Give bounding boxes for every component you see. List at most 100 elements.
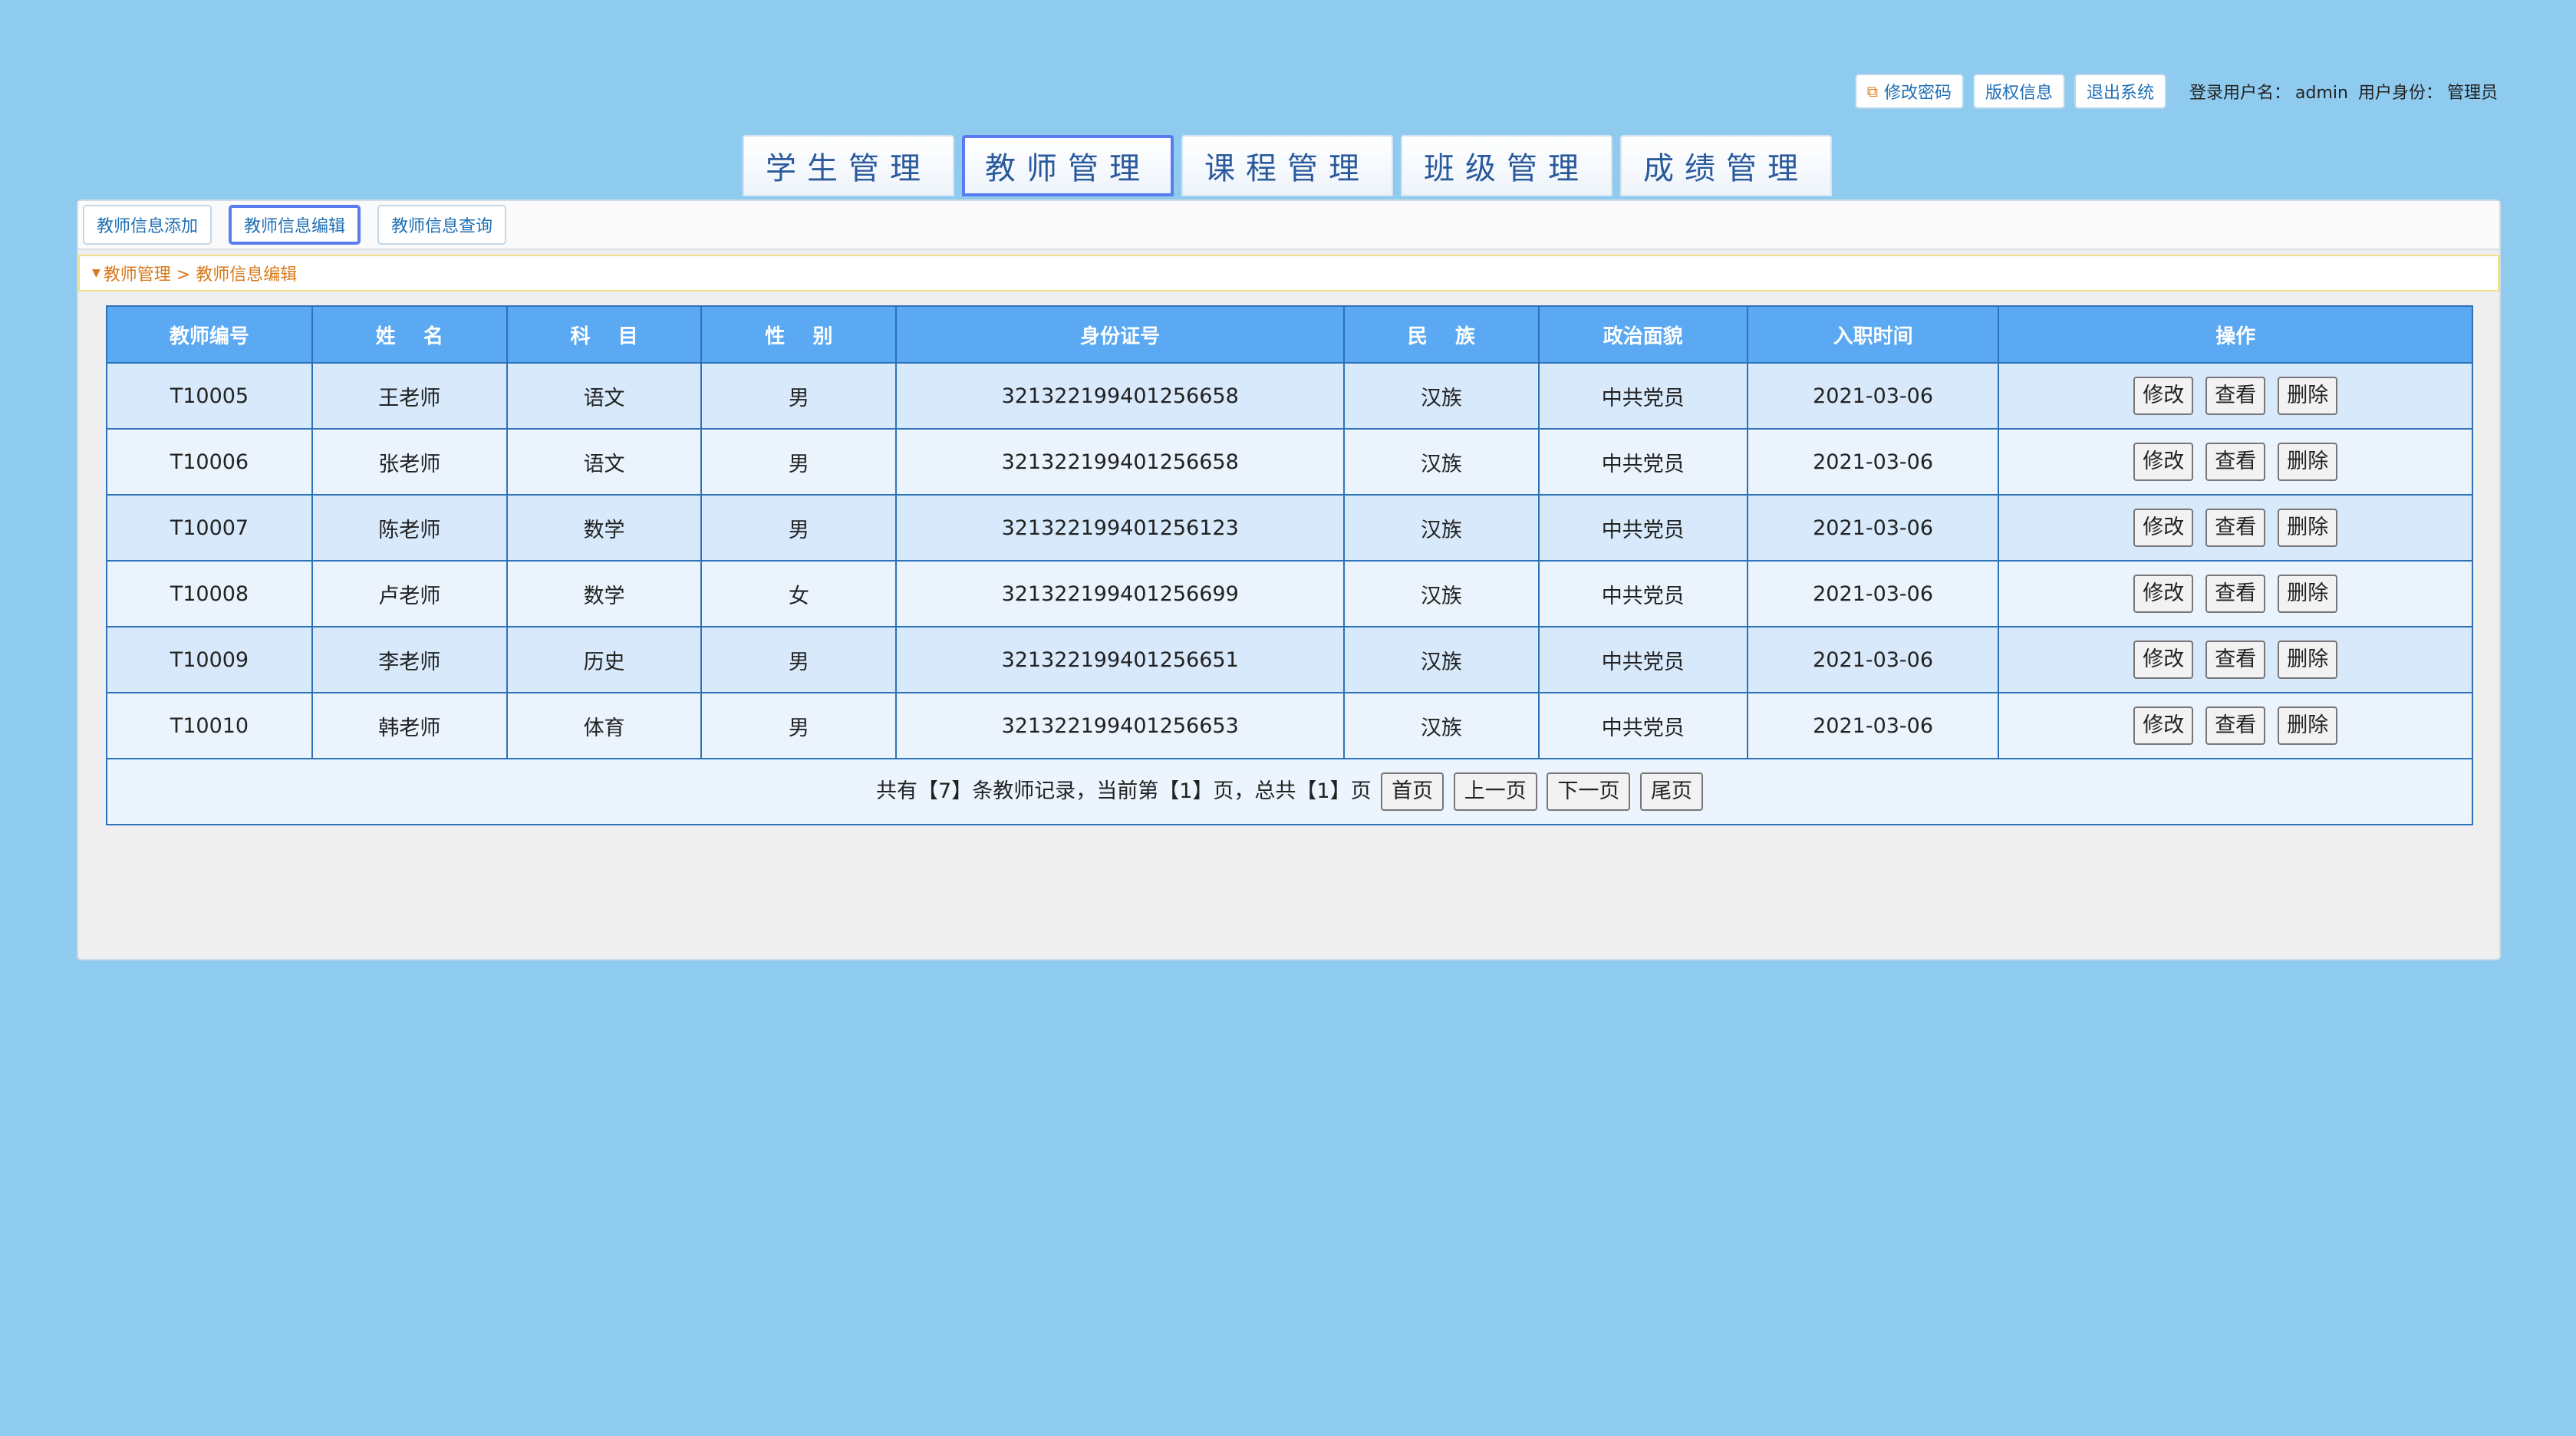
cell-ethnicity: 汉族 [1343,494,1540,562]
login-user: admin [2295,84,2348,103]
view-button[interactable]: 查看 [2205,706,2266,745]
copyright-label: 版权信息 [1985,84,2053,103]
cell-teacher-id: T10007 [106,494,313,562]
delete-button[interactable]: 删除 [2278,377,2338,415]
cell-teacher-id: T10009 [106,626,313,693]
cell-gender: 男 [700,692,898,759]
content-panel: 教师信息添加 教师信息编辑 教师信息查询 ▼ 教师管理 > 教师信息编辑 教师编… [77,199,2501,960]
cell-name: 卢老师 [311,560,508,627]
edit-button[interactable]: 修改 [2133,575,2194,613]
breadcrumb: ▼ 教师管理 > 教师信息编辑 [78,255,2499,291]
logout-label: 退出系统 [2087,84,2155,103]
cell-hire-date: 2021-03-06 [1746,494,2000,562]
edit-button[interactable]: 修改 [2133,706,2194,745]
role-label: 用户身份： [2357,84,2443,103]
delete-button[interactable]: 删除 [2278,641,2338,679]
pager: 共有【7】条教师记录，当前第【1】页，总共【1】页 首页 上一页 下一页 尾页 [106,758,2473,825]
tab-student[interactable]: 学生管理 [743,135,954,196]
view-button[interactable]: 查看 [2205,641,2266,679]
cell-id-number: 321322199401256123 [895,494,1346,562]
cell-hire-date: 2021-03-06 [1746,362,2000,430]
tab-class[interactable]: 班级管理 [1401,135,1612,196]
cell-subject: 历史 [506,626,703,693]
user-info: 登录用户名： admin 用户身份： 管理员 [2189,79,2502,104]
delete-button[interactable]: 删除 [2278,509,2338,547]
cell-hire-date: 2021-03-06 [1746,428,2000,496]
cell-actions: 修改 查看 删除 [1998,362,2473,430]
view-button[interactable]: 查看 [2205,377,2266,415]
pager-row: 共有【7】条教师记录，当前第【1】页，总共【1】页 首页 上一页 下一页 尾页 [106,758,2473,825]
edit-button[interactable]: 修改 [2133,377,2194,415]
edit-button[interactable]: 修改 [2133,443,2194,481]
cell-actions: 修改 查看 删除 [1998,692,2473,759]
sub-nav: 教师信息添加 教师信息编辑 教师信息查询 [78,201,2499,250]
logout-button[interactable]: 退出系统 [2074,74,2167,109]
cell-actions: 修改 查看 删除 [1998,428,2473,496]
cell-gender: 男 [700,362,898,430]
tab-teacher[interactable]: 教师管理 [962,135,1174,196]
cell-ethnicity: 汉族 [1343,692,1540,759]
tab-course[interactable]: 课程管理 [1181,135,1393,196]
cell-gender: 女 [700,560,898,627]
prev-page-button[interactable]: 上一页 [1453,772,1537,811]
view-button[interactable]: 查看 [2205,509,2266,547]
table-row: T10007 陈老师 数学男 321322199401256123 汉族 中共党员 2021… [106,494,2473,562]
col-gender: 性 别 [700,305,898,364]
cell-political-status: 中共党员 [1537,692,1748,759]
cell-name: 张老师 [311,428,508,496]
cell-teacher-id: T10010 [106,692,313,759]
cell-name: 李老师 [311,626,508,693]
teacher-query-button[interactable]: 教师信息查询 [377,205,507,245]
table-header-row: 教师编号 姓 名 科 目 性 别 身份证号 民 族 政治面貌 入职时间 操作 [106,305,2473,364]
change-password-button[interactable]: ⧉ 修改密码 [1854,74,1964,109]
cell-id-number: 321322199401256651 [895,626,1346,693]
cell-name: 韩老师 [311,692,508,759]
first-page-button[interactable]: 首页 [1381,772,1444,811]
cell-subject: 语文 [506,362,703,430]
cell-political-status: 中共党员 [1537,362,1748,430]
cell-gender: 男 [700,494,898,562]
cell-political-status: 中共党员 [1537,626,1748,693]
delete-button[interactable]: 删除 [2278,706,2338,745]
main-tabs: 学生管理 教师管理 课程管理 班级管理 成绩管理 [743,135,1832,196]
copyright-button[interactable]: 版权信息 [1972,74,2065,109]
cell-political-status: 中共党员 [1537,428,1748,496]
col-name: 姓 名 [311,305,508,364]
col-ethnicity: 民 族 [1343,305,1540,364]
cell-name: 王老师 [311,362,508,430]
tab-score[interactable]: 成绩管理 [1620,135,1832,196]
cell-ethnicity: 汉族 [1343,626,1540,693]
cell-hire-date: 2021-03-06 [1746,626,2000,693]
delete-button[interactable]: 删除 [2278,443,2338,481]
table-row: T10005 王老师 语文男 321322199401256658 汉族 中共党员 2021… [106,362,2473,430]
cell-ethnicity: 汉族 [1343,560,1540,627]
delete-button[interactable]: 删除 [2278,575,2338,613]
cell-actions: 修改 查看 删除 [1998,560,2473,627]
role: 管理员 [2446,84,2498,103]
cell-id-number: 321322199401256653 [895,692,1346,759]
teacher-table-wrap: 教师编号 姓 名 科 目 性 别 身份证号 民 族 政治面貌 入职时间 操作 T… [106,305,2473,825]
teacher-add-button[interactable]: 教师信息添加 [83,205,212,245]
cell-id-number: 321322199401256658 [895,428,1346,496]
pager-summary: 共有【7】条教师记录，当前第【1】页，总共【1】页 [876,779,1372,803]
view-button[interactable]: 查看 [2205,443,2266,481]
cell-gender: 男 [700,626,898,693]
view-button[interactable]: 查看 [2205,575,2266,613]
cell-actions: 修改 查看 删除 [1998,494,2473,562]
cell-ethnicity: 汉族 [1343,362,1540,430]
edit-button[interactable]: 修改 [2133,509,2194,547]
cell-teacher-id: T10006 [106,428,313,496]
cell-teacher-id: T10005 [106,362,313,430]
col-teacher-id: 教师编号 [106,305,313,364]
caret-down-icon: ▼ [92,267,100,279]
next-page-button[interactable]: 下一页 [1547,772,1631,811]
edit-button[interactable]: 修改 [2133,641,2194,679]
cell-ethnicity: 汉族 [1343,428,1540,496]
teacher-table: 教师编号 姓 名 科 目 性 别 身份证号 民 族 政治面貌 入职时间 操作 T… [106,305,2473,825]
cell-id-number: 321322199401256658 [895,362,1346,430]
col-subject: 科 目 [506,305,703,364]
col-id-number: 身份证号 [895,305,1346,364]
teacher-edit-button[interactable]: 教师信息编辑 [229,205,361,245]
breadcrumb-text[interactable]: 教师管理 > 教师信息编辑 [104,261,297,285]
last-page-button[interactable]: 尾页 [1639,772,1703,811]
